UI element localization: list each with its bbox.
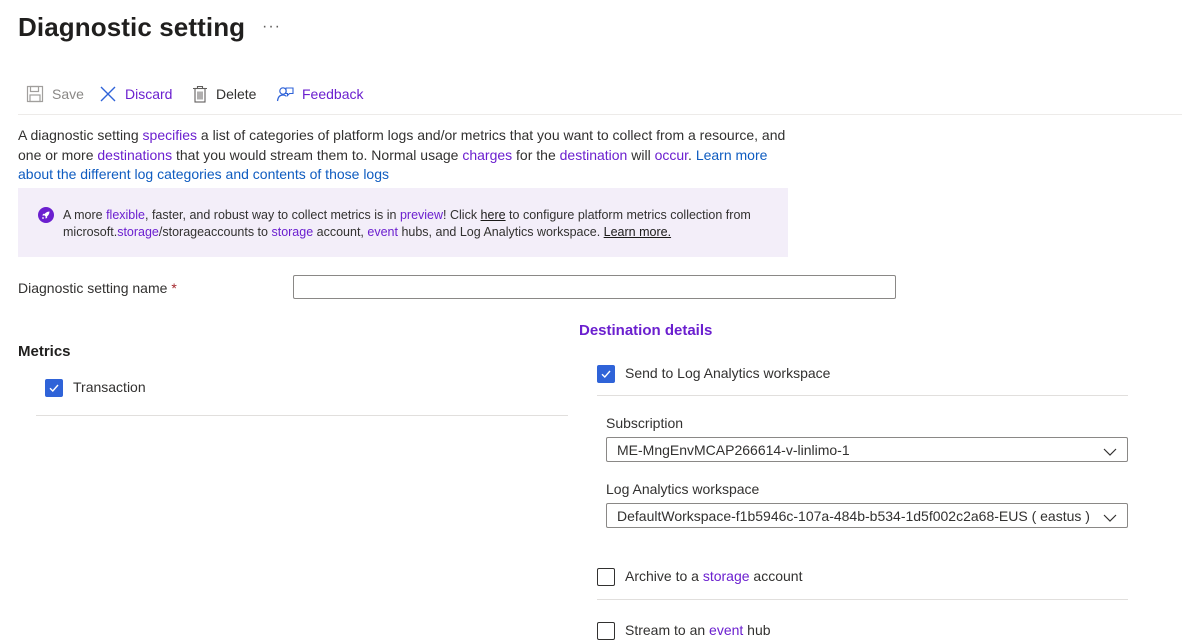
keyword-occur: occur (654, 146, 689, 163)
discard-label: Discard (125, 86, 173, 102)
banner-text: A more (63, 208, 107, 222)
archive-text: Archive to a (625, 568, 703, 584)
toolbar-divider (18, 114, 1182, 115)
banner-text: ! Click (443, 208, 481, 222)
save-label: Save (52, 86, 84, 102)
desc-text: that you would stream them to. Normal us… (172, 146, 463, 163)
banner-message: A more flexible, faster, and robust way … (63, 207, 783, 241)
checkmark-icon (601, 370, 611, 379)
feedback-button[interactable]: Feedback (276, 84, 363, 104)
rocket-icon (38, 207, 54, 223)
discard-button[interactable]: Discard (99, 84, 172, 104)
desc-text: A diagnostic setting (18, 127, 143, 143)
banner-text: hubs, and Log Analytics workspace. (397, 225, 604, 239)
transaction-checkbox[interactable] (45, 379, 63, 397)
keyword-event: event (709, 622, 744, 638)
chevron-down-icon (1103, 444, 1117, 460)
keyword-charges: charges (462, 146, 513, 163)
keyword-flexible: flexible (106, 208, 145, 222)
desc-text: will (627, 146, 655, 163)
here-link[interactable]: here (481, 208, 506, 222)
feedback-icon (276, 85, 294, 103)
keyword-destination: destination (559, 146, 628, 163)
archive-storage-checkbox[interactable] (597, 568, 615, 586)
subscription-label: Subscription (606, 415, 684, 431)
checkmark-icon (49, 384, 59, 393)
log-analytics-divider (597, 395, 1128, 396)
metrics-divider (36, 415, 568, 416)
keyword-event: event (367, 225, 398, 239)
subscription-dropdown[interactable]: ME-MngEnvMCAP266614-v-linlimo-1 (606, 437, 1128, 462)
banner-learn-more-link[interactable]: Learn more. (604, 225, 671, 239)
transaction-label: Transaction (73, 379, 146, 395)
keyword-storage: storage (271, 225, 314, 239)
archive-divider (597, 599, 1128, 600)
metrics-heading: Metrics (18, 343, 71, 360)
save-icon (26, 85, 44, 103)
keyword-preview: preview (399, 208, 444, 222)
subscription-value: ME-MngEnvMCAP266614-v-linlimo-1 (617, 441, 850, 458)
workspace-value: DefaultWorkspace-f1b5946c-107a-484b-b534… (617, 507, 1090, 524)
setting-name-label-text: Diagnostic setting name (18, 280, 168, 296)
banner-text: , faster, and robust way to collect metr… (145, 208, 400, 222)
delete-label: Delete (216, 86, 257, 102)
desc-text: . (688, 146, 696, 163)
required-marker: * (171, 280, 177, 296)
banner-text: account, (313, 225, 368, 239)
stream-event-hub-label: Stream to an event hub (625, 622, 771, 638)
stream-text: hub (743, 622, 771, 638)
description-text: A diagnostic setting specifies a list of… (18, 126, 788, 185)
archive-storage-label: Archive to a storage account (625, 568, 802, 584)
save-button[interactable]: Save (26, 84, 84, 104)
feedback-label: Feedback (302, 86, 364, 102)
log-analytics-checkbox[interactable] (597, 365, 615, 383)
keyword-storage: storage (117, 225, 159, 239)
log-analytics-label: Send to Log Analytics workspace (625, 365, 831, 381)
setting-name-input[interactable] (293, 275, 896, 299)
more-options-button[interactable]: ··· (262, 18, 281, 36)
banner-text: /storageaccounts to (158, 225, 272, 239)
stream-event-hub-checkbox[interactable] (597, 622, 615, 640)
destination-details-heading: Destination details (579, 322, 713, 339)
keyword-storage: storage (702, 568, 750, 584)
close-icon (99, 85, 117, 103)
setting-name-label: Diagnostic setting name * (18, 280, 177, 296)
page-title: Diagnostic setting (18, 12, 246, 42)
archive-text: account (749, 568, 803, 584)
keyword-destinations: destinations (97, 146, 173, 163)
delete-button[interactable]: Delete (192, 84, 256, 104)
stream-text: Stream to an (625, 622, 710, 638)
trash-icon (192, 85, 208, 103)
chevron-down-icon (1103, 510, 1117, 526)
desc-text: for the (512, 146, 560, 163)
workspace-dropdown[interactable]: DefaultWorkspace-f1b5946c-107a-484b-b534… (606, 503, 1128, 528)
workspace-label: Log Analytics workspace (606, 481, 760, 497)
keyword-specifies: specifies (142, 127, 197, 143)
